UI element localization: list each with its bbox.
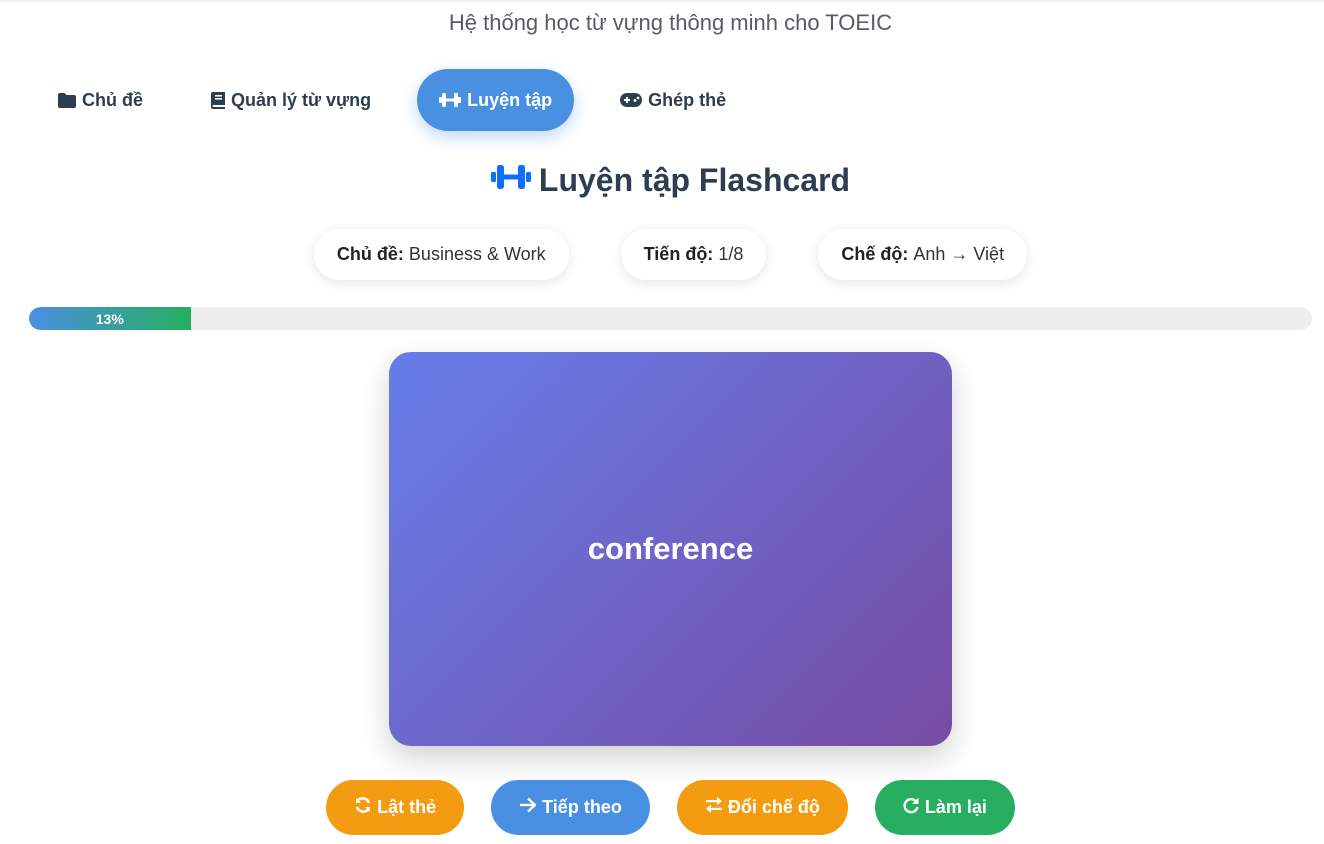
topic-info-value: Business & Work [408, 244, 546, 264]
progress-info: Tiến độ: 1/8 [620, 229, 767, 280]
folder-icon [58, 92, 76, 108]
reset-label: Làm lại [924, 797, 987, 817]
reset-button[interactable]: Làm lại [874, 780, 1015, 835]
tab-topics-label: Chủ đề [82, 89, 143, 110]
flashcard-word: conference [587, 531, 754, 566]
dumbbell-icon [439, 92, 462, 108]
next-card-button[interactable]: Tiếp theo [491, 780, 650, 835]
progress-bar-fill: 13% [29, 307, 191, 330]
progress-info-label: Tiến độ: [643, 244, 714, 264]
tab-vocab-manager[interactable]: Quản lý từ vựng [189, 69, 393, 131]
redo-icon [903, 796, 920, 819]
action-buttons: Lật thẻ Tiếp theo Đổi chế độ Làm lại [0, 780, 1324, 835]
switch-mode-button[interactable]: Đổi chế độ [676, 780, 848, 835]
tab-vocab-manager-label: Quản lý từ vựng [231, 89, 372, 110]
mode-info: Chế độ: Anh → Việt [818, 229, 1028, 280]
arrow-right-icon [519, 797, 537, 818]
tab-practice[interactable]: Luyện tập [417, 69, 575, 131]
progress-info-value: 1/8 [718, 244, 744, 264]
flashcard[interactable]: conference [389, 352, 952, 746]
progress-bar: 13% [29, 307, 1312, 330]
switch-mode-label: Đổi chế độ [727, 797, 820, 817]
book-icon [211, 91, 225, 109]
gamepad-icon [620, 93, 643, 107]
main-nav: Chủ đề Quản lý từ vựng Luyện tập Ghép th… [36, 69, 772, 131]
mode-info-value: Anh → Việt [913, 244, 1005, 264]
topic-info: Chủ đề: Business & Work [313, 229, 569, 280]
session-info: Chủ đề: Business & Work Tiến độ: 1/8 Chế… [0, 229, 1324, 280]
sync-icon [354, 796, 372, 819]
tab-match-cards-label: Ghép thẻ [648, 89, 727, 110]
tab-practice-label: Luyện tập [467, 89, 553, 110]
topic-info-label: Chủ đề: [336, 244, 404, 264]
dumbbell-icon [490, 162, 531, 199]
app-subtitle: Hệ thống học từ vựng thông minh cho TOEI… [448, 10, 893, 35]
tab-match-cards[interactable]: Ghép thẻ [598, 69, 748, 131]
page-title: Luyện tập Flashcard [0, 162, 1324, 199]
next-card-label: Tiếp theo [542, 797, 622, 817]
flip-card-button[interactable]: Lật thẻ [326, 780, 465, 835]
flip-card-label: Lật thẻ [377, 797, 437, 817]
top-shadow [0, 0, 1324, 4]
page-title-text: Luyện tập Flashcard [538, 162, 851, 198]
tab-topics[interactable]: Chủ đề [36, 69, 165, 131]
mode-info-label: Chế độ: [841, 244, 909, 264]
exchange-icon [705, 797, 723, 818]
